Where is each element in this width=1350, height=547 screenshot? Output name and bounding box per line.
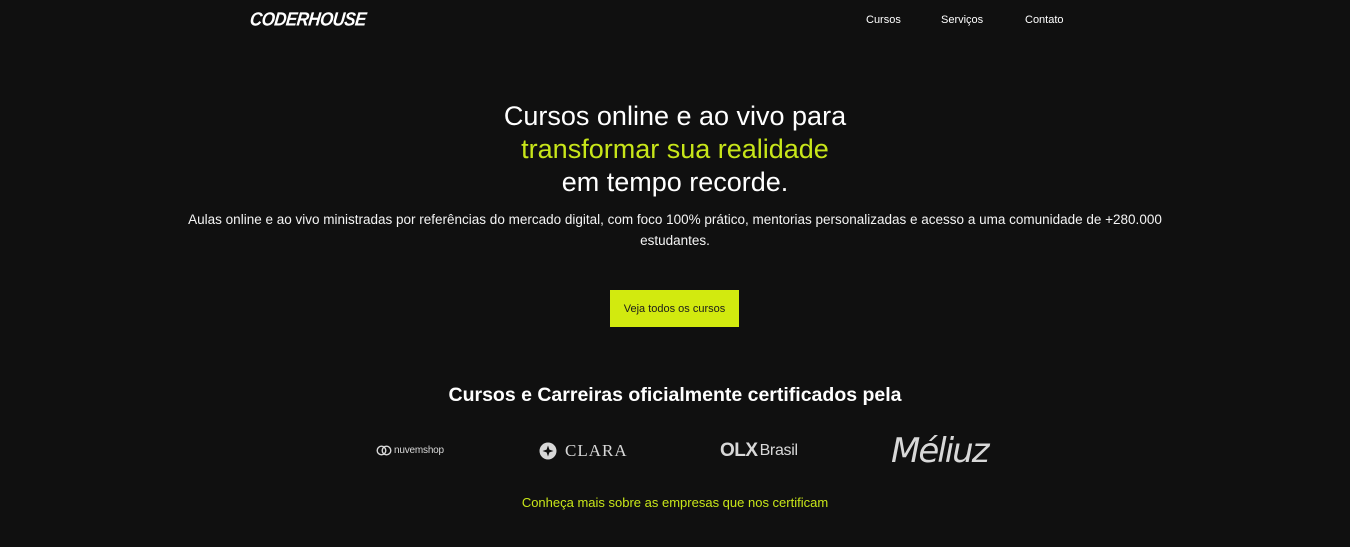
- clara-wordmark: CLARA: [565, 441, 628, 460]
- hero-subtitle: Aulas online e ao vivo ministradas por r…: [188, 212, 1162, 248]
- brasil-wordmark: Brasil: [759, 442, 799, 459]
- olx-wordmark: OLX: [720, 440, 758, 461]
- clara-logo: CLARA: [539, 441, 628, 461]
- nav-link-servicos[interactable]: Serviços: [941, 14, 983, 26]
- hero-title: Cursos online e ao vivo para transformar…: [0, 100, 1350, 199]
- view-all-courses-button[interactable]: Veja todos os cursos: [610, 290, 739, 327]
- hero-title-highlight: transformar sua realidade: [521, 134, 829, 164]
- page: CODERHOUSE Cursos Serviços Contato Curso…: [0, 0, 1350, 547]
- hero-title-line3: em tempo recorde.: [561, 167, 789, 197]
- clara-symbol-icon: [539, 442, 557, 460]
- nav-link-cursos[interactable]: Cursos: [866, 14, 901, 26]
- main-nav: Cursos Serviços Contato: [0, 14, 1350, 28]
- certification-title: Cursos e Carreiras oficialmente certific…: [448, 384, 902, 406]
- partner-logos: nuvemshop CLARA OLX Brasil Méliuz: [0, 430, 1350, 471]
- hero-title-line1: Cursos online e ao vivo para: [503, 101, 847, 131]
- nuvemshop-wordmark: nuvemshop: [394, 445, 444, 456]
- meliuz-logo: Méliuz: [891, 431, 990, 471]
- meliuz-wordmark: Méliuz: [891, 431, 990, 471]
- nav-link-contato[interactable]: Contato: [1025, 14, 1064, 26]
- olx-brasil-logo: OLX Brasil: [720, 440, 798, 462]
- nuvemshop-cloud-icon: [376, 445, 392, 456]
- certifying-companies-link[interactable]: Conheça mais sobre as empresas que nos c…: [0, 495, 1350, 510]
- nuvemshop-logo: nuvemshop: [376, 445, 444, 456]
